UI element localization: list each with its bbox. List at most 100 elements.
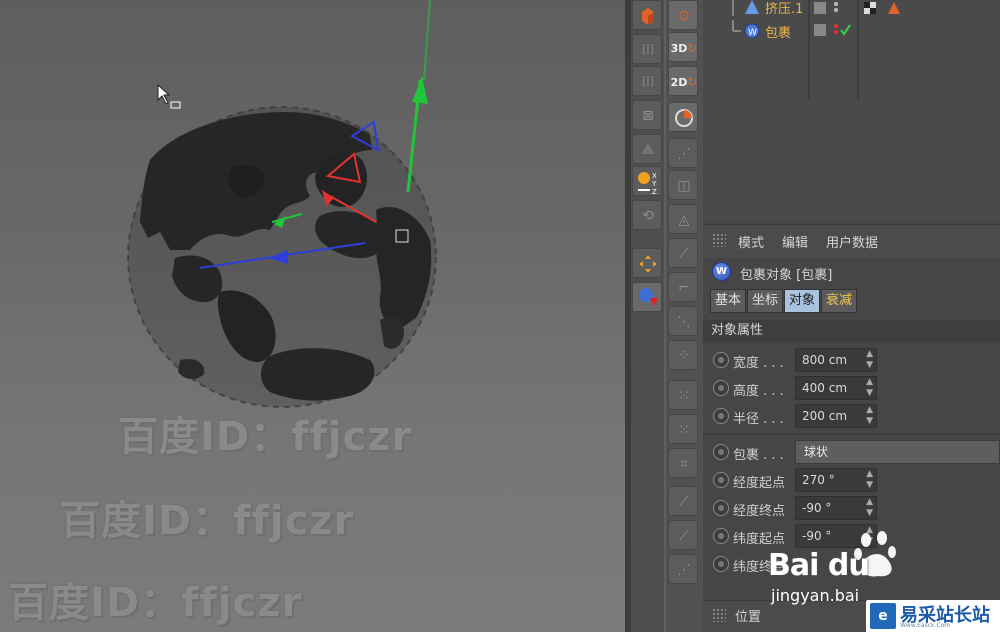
field-value: 270 ° bbox=[802, 473, 835, 487]
radius-field[interactable]: 200 cm ▲ ▼ bbox=[795, 404, 877, 428]
phong-tag-icon bbox=[888, 2, 900, 14]
scatter-arrows-icon bbox=[633, 249, 663, 279]
snap-grid-point-button[interactable]: ⁘ bbox=[668, 340, 698, 370]
svg-text:W: W bbox=[748, 28, 757, 38]
object-flags bbox=[814, 2, 851, 36]
column-separator bbox=[857, 0, 859, 100]
magnet-tool-button[interactable]: ⊙ bbox=[668, 0, 698, 30]
snap-line-button[interactable]: ⟋ bbox=[668, 486, 698, 516]
render-button[interactable] bbox=[632, 282, 662, 312]
snap-polygon-button[interactable]: ◬ bbox=[668, 204, 698, 234]
animate-radio[interactable] bbox=[713, 500, 729, 516]
visibility-dot-icon bbox=[834, 8, 838, 12]
snap-spline-button[interactable]: ⟋ bbox=[668, 238, 698, 268]
field-value: 800 cm bbox=[802, 353, 848, 367]
animate-radio[interactable] bbox=[713, 556, 729, 572]
animate-radio[interactable] bbox=[713, 444, 729, 460]
grid-array-button[interactable]: ⁞⁞⁞ bbox=[632, 34, 662, 64]
snap-intersect-icon: ⁙ bbox=[678, 422, 690, 438]
animate-radio[interactable] bbox=[713, 380, 729, 396]
cube-icon bbox=[633, 1, 663, 31]
menu-edit[interactable]: 编辑 bbox=[782, 232, 808, 251]
workplane-button[interactable]: ⊠ bbox=[632, 100, 662, 130]
snap-intersect-button[interactable]: ⁙ bbox=[668, 414, 698, 444]
snap-axis-button[interactable]: ⌐ bbox=[668, 272, 698, 302]
panel-grip-icon[interactable] bbox=[712, 233, 726, 247]
snap-guide-icon: ⋱ bbox=[677, 314, 691, 330]
width-field[interactable]: 800 cm ▲ ▼ bbox=[795, 348, 877, 372]
enabled-check-icon bbox=[840, 24, 851, 36]
snap-guide-button[interactable]: ⋱ bbox=[668, 306, 698, 336]
rotate-plane-icon: ⟲ bbox=[642, 208, 654, 224]
workplane-rotate-button[interactable]: ⟲ bbox=[632, 200, 662, 230]
yicai-logo: e 易采站长站 Www.Easck.Com bbox=[866, 600, 1000, 632]
points-mode-button[interactable]: ⁞⁞⁞ bbox=[632, 66, 662, 96]
snap-spline-icon: ⟋ bbox=[679, 246, 689, 262]
snap-mid-button[interactable]: ⁙ bbox=[668, 380, 698, 410]
animate-radio[interactable] bbox=[713, 472, 729, 488]
3d-snap-button[interactable]: 3D ↻ bbox=[668, 32, 698, 62]
3d-viewport[interactable]: 百度ID：ffjczr 百度ID：ffjczr 百度ID：ffjczr bbox=[0, 0, 625, 632]
longitude-start-field[interactable]: 270 ° ▲ ▼ bbox=[795, 468, 877, 492]
move-snap-button[interactable] bbox=[632, 248, 662, 278]
quantize-button[interactable] bbox=[668, 102, 698, 132]
snap-workplane-icon: ⌗ bbox=[680, 456, 688, 472]
svg-text:Z: Z bbox=[652, 188, 657, 196]
watermark-text: 百度ID：ffjczr bbox=[8, 580, 303, 626]
visibility-dot-icon bbox=[834, 30, 838, 34]
magnet-icon: ↻ bbox=[687, 75, 698, 89]
extrude-icon bbox=[745, 0, 759, 14]
spinner-arrows-icon[interactable]: ▲▼ bbox=[866, 497, 873, 519]
object-tags bbox=[864, 2, 900, 14]
tab-coord[interactable]: 坐标 bbox=[747, 289, 783, 313]
position-section-label[interactable]: 位置 bbox=[735, 606, 761, 625]
watermark-text: 百度ID：ffjczr bbox=[60, 498, 355, 544]
snap-polygon-icon: ◬ bbox=[678, 212, 690, 228]
spinner-arrows-icon[interactable]: ▲▼ bbox=[866, 469, 873, 491]
snap-dots-button[interactable]: ⋰ bbox=[668, 554, 698, 584]
prop-width: 宽度 . . . 800 cm ▲ ▼ bbox=[703, 346, 1000, 374]
snap-point-icon: ⋰ bbox=[677, 146, 691, 162]
modeling-toolbar: ⁞⁞⁞ ⁞⁞⁞ ⊠ ⟁ XYZ ⟲ bbox=[631, 0, 664, 632]
animate-radio[interactable] bbox=[713, 528, 729, 544]
tab-basic[interactable]: 基本 bbox=[710, 289, 746, 313]
snap-workplane-button[interactable]: ⌗ bbox=[668, 448, 698, 478]
spinner-arrows-icon[interactable]: ▲▼ bbox=[866, 377, 873, 399]
snap-point-button[interactable]: ⋰ bbox=[668, 138, 698, 168]
menu-mode[interactable]: 模式 bbox=[738, 232, 764, 251]
menu-user-data[interactable]: 用户数据 bbox=[826, 232, 878, 251]
prop-label: 经度起点 bbox=[733, 476, 786, 491]
field-value: -90 ° bbox=[802, 501, 832, 515]
yicai-logo-subtext: Www.Easck.Com bbox=[900, 622, 951, 629]
snap-button[interactable]: ⟁ bbox=[632, 134, 662, 164]
tab-object[interactable]: 对象 bbox=[784, 289, 820, 313]
coordinate-system-button[interactable]: XYZ bbox=[632, 166, 662, 196]
snap-perp-button[interactable]: ⟋ bbox=[668, 520, 698, 550]
grid-dots-icon: ⁞⁞⁞ bbox=[641, 42, 655, 58]
snap-edge-button[interactable]: ◫ bbox=[668, 170, 698, 200]
cube-tool-button[interactable] bbox=[632, 0, 662, 30]
spinner-arrows-icon[interactable]: ▲▼ bbox=[866, 349, 873, 371]
object-row-extrude[interactable]: 挤压.1 bbox=[703, 0, 803, 18]
watermark-text: 百度ID：ffjczr bbox=[118, 414, 413, 460]
height-field[interactable]: 400 cm ▲ ▼ bbox=[795, 376, 877, 400]
animate-radio[interactable] bbox=[713, 352, 729, 368]
spinner-arrows-icon[interactable]: ▲▼ bbox=[866, 405, 873, 427]
panel-grip-icon[interactable] bbox=[712, 608, 726, 622]
field-value: 400 cm bbox=[802, 381, 848, 395]
2d-label: 2D bbox=[670, 75, 688, 89]
magnet-icon: ⊙ bbox=[678, 8, 690, 24]
baidu-logo-text: Bai du bbox=[768, 548, 870, 583]
object-row-wrap[interactable]: W 包裹 bbox=[703, 20, 791, 42]
axis-xyz-icon: XYZ bbox=[633, 167, 663, 197]
longitude-end-field[interactable]: -90 ° ▲ ▼ bbox=[795, 496, 877, 520]
tab-falloff[interactable]: 衰减 bbox=[821, 289, 857, 313]
svg-text:Y: Y bbox=[651, 180, 657, 188]
animate-radio[interactable] bbox=[713, 408, 729, 424]
wrap-mode-select[interactable]: 球状 bbox=[795, 440, 1000, 464]
2d-snap-button[interactable]: 2D ↻ bbox=[668, 66, 698, 96]
prop-label: 半径 . . . bbox=[733, 412, 784, 427]
visibility-dot-icon bbox=[834, 2, 838, 6]
layer-icon bbox=[814, 2, 826, 14]
separator bbox=[703, 433, 1000, 435]
